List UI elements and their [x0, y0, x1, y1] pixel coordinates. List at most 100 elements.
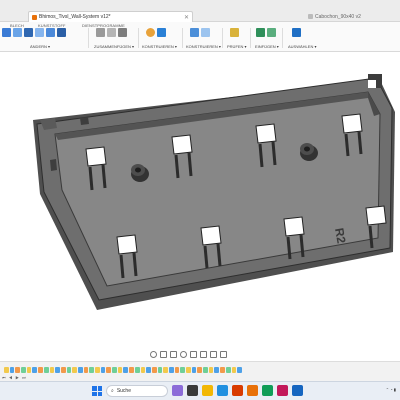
windows-start-icon[interactable]	[92, 386, 102, 396]
timeline-feature[interactable]	[95, 367, 100, 373]
press-pull-icon[interactable]	[2, 28, 11, 37]
timeline-controls[interactable]: ⏮ ◀ ▶ ⏭	[2, 375, 27, 380]
group-label-assemble[interactable]: ZUSAMMENFÜGEN ▾	[94, 44, 134, 49]
offset-plane-icon[interactable]	[146, 28, 155, 37]
timeline-feature[interactable]	[220, 367, 225, 373]
edge-browser-icon[interactable]	[217, 385, 228, 396]
viewports-icon[interactable]	[220, 350, 227, 358]
file-explorer-icon[interactable]	[202, 385, 213, 396]
grid-icon[interactable]	[210, 350, 217, 358]
timeline-feature[interactable]	[134, 367, 140, 373]
canvas-viewport[interactable]: R2	[0, 52, 400, 350]
fusion-app-icon[interactable]	[247, 385, 258, 396]
task-view-icon[interactable]	[187, 385, 198, 396]
axis-icon[interactable]	[190, 28, 199, 37]
timeline-feature[interactable]	[180, 367, 185, 373]
measure-icon[interactable]	[230, 28, 239, 37]
timeline-feature[interactable]	[83, 367, 89, 373]
timeline-feature[interactable]	[157, 367, 163, 373]
zoom-icon[interactable]	[180, 350, 187, 358]
group-label-construct[interactable]: KONSTRUIEREN ▾	[142, 44, 177, 49]
timeline-feature[interactable]	[32, 367, 38, 373]
app-icon[interactable]	[262, 385, 273, 396]
close-icon[interactable]: ✕	[184, 14, 189, 21]
timeline-feature[interactable]	[26, 367, 32, 373]
orbit-icon[interactable]	[150, 350, 157, 358]
combine-icon[interactable]	[57, 28, 66, 37]
timeline-feature[interactable]	[60, 367, 66, 373]
timeline-feature[interactable]	[237, 367, 242, 373]
timeline-feature[interactable]	[21, 367, 26, 373]
slot-rail	[101, 164, 107, 189]
taskbar-search[interactable]: ⌕ Suche	[106, 385, 168, 397]
timeline-feature[interactable]	[89, 367, 94, 373]
timeline-feature[interactable]	[208, 367, 214, 373]
timeline-feature[interactable]	[163, 367, 168, 373]
timeline-feature[interactable]	[77, 367, 83, 373]
group-label-insert[interactable]: EINFÜGEN ▾	[255, 44, 279, 49]
timeline-feature[interactable]	[9, 367, 15, 373]
system-tray[interactable]: ⌃ ◔ ▮	[386, 387, 396, 392]
app-icon[interactable]	[277, 385, 288, 396]
group-label-select[interactable]: AUSWÄHLEN ▾	[288, 44, 316, 49]
fit-icon[interactable]	[190, 350, 197, 358]
pan-icon[interactable]	[170, 350, 177, 358]
timeline-feature[interactable]	[146, 367, 151, 373]
document-tab-inactive[interactable]: Cabochon_90x40 v2	[305, 11, 395, 22]
document-tab-active[interactable]: Bhimos_Tivsl_Wall-System v12* ✕	[28, 11, 193, 22]
motion-link-icon[interactable]	[118, 28, 127, 37]
timeline-feature[interactable]	[129, 367, 134, 373]
chamfer-icon[interactable]	[24, 28, 33, 37]
timeline-feature[interactable]	[49, 367, 55, 373]
as-built-joint-icon[interactable]	[107, 28, 116, 37]
timeline-feature[interactable]	[4, 367, 9, 373]
timeline-feature[interactable]	[231, 367, 237, 373]
joint-icon[interactable]	[96, 28, 105, 37]
insert-mesh-icon[interactable]	[267, 28, 276, 37]
midplane-icon[interactable]	[157, 28, 166, 37]
look-at-icon[interactable]	[160, 350, 167, 358]
timeline-feature[interactable]	[112, 367, 117, 373]
timeline-track[interactable]	[4, 367, 242, 373]
point-icon[interactable]	[201, 28, 210, 37]
shell-icon[interactable]	[35, 28, 44, 37]
group-label-modify[interactable]: ÄNDERN ▾	[30, 44, 50, 49]
app-icon[interactable]	[292, 385, 303, 396]
timeline-feature[interactable]	[191, 367, 197, 373]
timeline-feature[interactable]	[214, 367, 220, 373]
timeline-feature[interactable]	[55, 367, 60, 373]
timeline-feature[interactable]	[106, 367, 112, 373]
widgets-icon[interactable]	[172, 385, 183, 396]
timeline-feature[interactable]	[203, 367, 208, 373]
office-icon[interactable]	[232, 385, 243, 396]
timeline-feature[interactable]	[168, 367, 174, 373]
timeline-feature[interactable]	[66, 367, 72, 373]
timeline-feature[interactable]	[117, 367, 123, 373]
timeline-feature[interactable]	[15, 367, 21, 373]
timeline-feature[interactable]	[38, 367, 43, 373]
toolbar-ribbon: BLECH KUNSTSTOFF DIENSTPROGRAMME ÄNDERN …	[0, 22, 400, 52]
timeline-feature[interactable]	[123, 367, 129, 373]
group-label-construct-2[interactable]: KONSTRUIEREN ▾	[186, 44, 221, 49]
document-tab-label: Bhimos_Tivsl_Wall-System v12*	[39, 14, 111, 20]
slot-rail	[174, 154, 180, 179]
timeline-feature[interactable]	[140, 367, 146, 373]
timeline-feature[interactable]	[174, 367, 180, 373]
timeline-feature[interactable]	[186, 367, 191, 373]
divider	[182, 28, 183, 48]
timeline-feature[interactable]	[225, 367, 231, 373]
insert-derive-icon[interactable]	[256, 28, 265, 37]
timeline-feature[interactable]	[43, 367, 49, 373]
timeline-feature[interactable]	[197, 367, 203, 373]
slot-rail	[344, 133, 350, 157]
timeline-feature[interactable]	[100, 367, 106, 373]
display-settings-icon[interactable]	[200, 350, 207, 358]
timeline-feature[interactable]	[72, 367, 77, 373]
slot-rail	[203, 245, 209, 269]
timeline-feature[interactable]	[151, 367, 157, 373]
modify-tools	[2, 28, 66, 37]
select-icon[interactable]	[292, 28, 301, 37]
scale-icon[interactable]	[46, 28, 55, 37]
group-label-inspect[interactable]: PRÜFEN ▾	[227, 44, 247, 49]
fillet-icon[interactable]	[13, 28, 22, 37]
